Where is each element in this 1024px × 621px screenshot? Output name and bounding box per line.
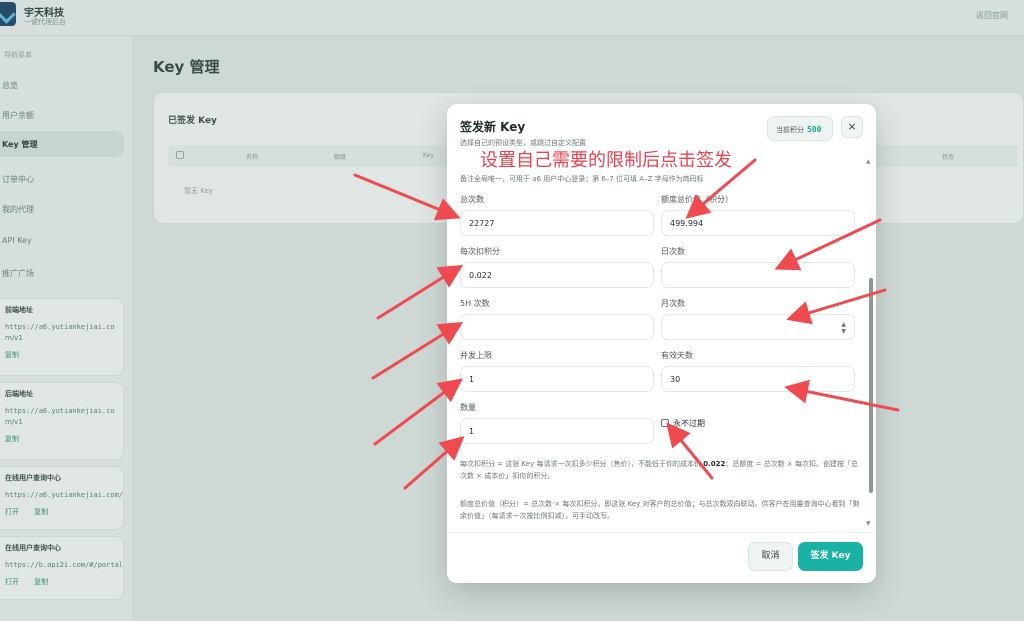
issue-key-dialog: 签发新 Key 选择自己的预设类型，或跳过自定义配置 当前积分 500 × 设置自… — [447, 104, 876, 583]
scroll-up-icon[interactable]: ▲ — [866, 158, 871, 165]
number-spinner-icon[interactable]: ▲ ▼ — [841, 321, 846, 335]
five-hour-count-input[interactable] — [460, 314, 654, 340]
monthly-count-input[interactable]: ▲ ▼ — [661, 314, 855, 340]
daily-count-input[interactable] — [661, 262, 855, 288]
five-hour-count-label: 5H 次数 — [460, 299, 490, 308]
scroll-down-icon[interactable]: ▼ — [866, 520, 871, 527]
points-value: 500 — [807, 125, 822, 134]
quota-total-label: 额度总价值（积分） — [661, 195, 733, 204]
help-cost-part-a: 每次扣积分 = 这张 Key 每请求一次扣多少积分（售价），不能低于你的成本价 — [460, 460, 704, 468]
help-text-cost: 每次扣积分 = 这张 Key 每请求一次扣多少积分（售价），不能低于你的成本价 … — [460, 458, 860, 482]
cancel-button[interactable]: 取消 — [748, 542, 793, 571]
help-text-quota: 额度总价值（积分）= 总次数 × 每次扣积分，即这张 Key 对客户的总价值；与… — [460, 500, 860, 520]
concurrency-label: 并发上限 — [460, 351, 492, 360]
monthly-count-label: 月次数 — [661, 299, 685, 308]
never-expire-label[interactable]: 永不过期 — [673, 418, 705, 429]
scrollbar-thumb[interactable] — [869, 278, 873, 493]
valid-days-input[interactable]: 30 — [661, 366, 855, 392]
issue-key-button[interactable]: 签发 Key — [798, 542, 863, 571]
points-label: 当前积分 — [776, 126, 804, 134]
quantity-label: 数量 — [460, 403, 476, 412]
per-cost-label: 每次扣积分 — [460, 247, 500, 256]
annotation-text: 设置自己需要的限制后点击签发 — [480, 150, 732, 171]
concurrency-input[interactable]: 1 — [460, 366, 654, 392]
valid-days-label: 有效天数 — [661, 351, 693, 360]
help-cost-price: 0.022 — [703, 460, 726, 468]
total-count-label: 总次数 — [460, 195, 484, 204]
daily-count-label: 日次数 — [661, 247, 685, 256]
current-points-badge: 当前积分 500 — [767, 116, 833, 141]
dialog-title: 签发新 Key — [460, 120, 526, 134]
close-button[interactable]: × — [841, 116, 863, 138]
total-count-input[interactable]: 22727 — [460, 210, 654, 236]
quantity-input[interactable]: 1 — [460, 418, 654, 444]
remark-note: 备注全局唯一，可用于 a6 用户中心登录；第 6–7 位可填 A–Z 字母作为商… — [460, 175, 704, 183]
footer-divider — [447, 532, 876, 533]
never-expire-checkbox[interactable] — [661, 419, 669, 427]
per-cost-input[interactable]: 0.022 — [460, 262, 654, 288]
quota-total-input[interactable]: 499.994 — [661, 210, 855, 236]
